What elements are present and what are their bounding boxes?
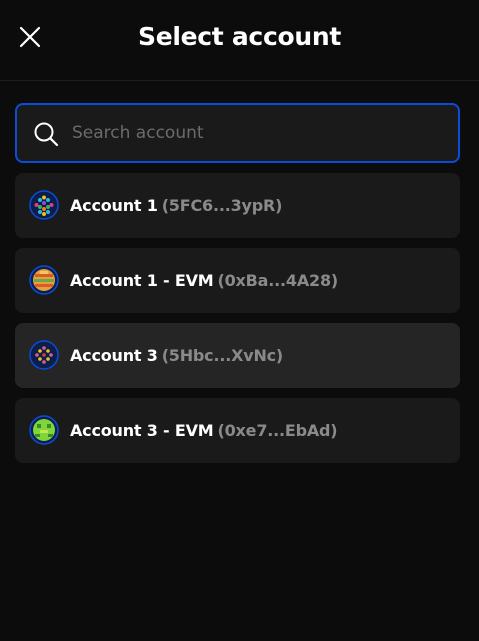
account-name: Account 3 — [70, 346, 158, 365]
search-box[interactable] — [15, 103, 460, 163]
search-input[interactable] — [70, 117, 442, 149]
account-list: Account 1 (5FC6...3ypR) Account 1 - EVM (0… — [15, 173, 460, 473]
account-address: (5FC6...3ypR) — [161, 196, 283, 215]
account-name: Account 1 — [70, 196, 158, 215]
account-item-3[interactable]: Account 3 (5Hbc...XvNc) — [15, 323, 460, 388]
search-icon — [34, 122, 59, 147]
evm-identicon-avatar — [29, 265, 59, 295]
account-address: (0xe7...EbAd) — [217, 421, 338, 440]
account-item-3-evm[interactable]: Account 3 - EVM (0xe7...EbAd) — [15, 398, 460, 463]
account-item-1[interactable]: Account 1 (5FC6...3ypR) — [15, 173, 460, 238]
polkadot-identicon-avatar — [29, 340, 59, 370]
evm-identicon-avatar — [29, 415, 59, 445]
account-item-1-evm[interactable]: Account 1 - EVM (0xBa...4A28) — [15, 248, 460, 313]
account-name: Account 3 - EVM — [70, 421, 214, 440]
header: Select account — [0, 0, 479, 81]
polkadot-identicon-avatar — [29, 190, 59, 220]
page-title: Select account — [138, 22, 341, 51]
account-address: (0xBa...4A28) — [217, 271, 339, 290]
account-address: (5Hbc...XvNc) — [161, 346, 284, 365]
account-name: Account 1 - EVM — [70, 271, 214, 290]
